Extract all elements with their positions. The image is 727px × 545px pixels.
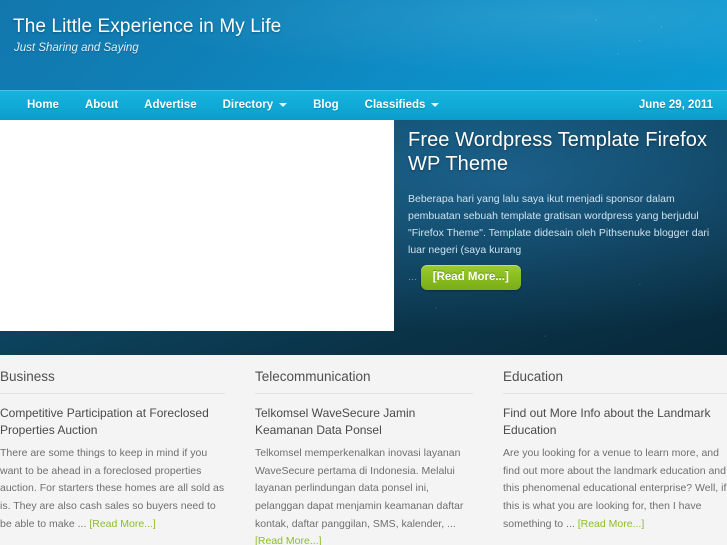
nav-item-label: Home [27, 99, 59, 111]
nav-item-label: Directory [222, 99, 274, 111]
post-excerpt: Are you looking for a venue to learn mor… [503, 445, 727, 533]
post-item: Telkomsel WaveSecure Jamin Keamanan Data… [255, 405, 473, 545]
current-date: June 29, 2011 [638, 99, 713, 111]
post-title[interactable]: Find out More Info about the Landmark Ed… [503, 405, 727, 438]
column-telecommunication: Telecommunication Telkomsel WaveSecure J… [247, 369, 495, 545]
nav-item-directory[interactable]: Directory [210, 99, 301, 111]
featured-more-row: ... [Read More...] [408, 264, 727, 290]
post-excerpt: Telkomsel memperkenalkan inovasi layanan… [255, 445, 473, 545]
featured-content: Free Wordpress Template Firefox WP Theme… [408, 128, 727, 290]
column-heading: Business [0, 369, 225, 394]
main-navigation: Home About Advertise Directory Blog Clas… [0, 90, 727, 120]
chevron-down-icon [431, 103, 440, 107]
post-item: Competitive Participation at Foreclosed … [0, 405, 225, 533]
featured-title[interactable]: Free Wordpress Template Firefox WP Theme [408, 128, 727, 177]
column-heading: Telecommunication [255, 369, 473, 394]
nav-item-blog[interactable]: Blog [300, 99, 352, 111]
featured-slider: Free Wordpress Template Firefox WP Theme… [0, 120, 727, 355]
category-columns: Business Competitive Participation at Fo… [0, 355, 727, 545]
chevron-down-icon [279, 103, 288, 107]
post-item: Find out More Info about the Landmark Ed… [503, 405, 727, 533]
site-header: The Little Experience in My Life Just Sh… [0, 0, 727, 90]
nav-item-advertise[interactable]: Advertise [131, 99, 209, 111]
featured-read-more-button[interactable]: [Read More...] [420, 264, 521, 290]
nav-list: Home About Advertise Directory Blog Clas… [0, 99, 452, 111]
nav-item-label: Classifieds [364, 99, 426, 111]
nav-item-about[interactable]: About [72, 99, 131, 111]
post-title[interactable]: Competitive Participation at Foreclosed … [0, 405, 225, 438]
read-more-link[interactable]: [Read More...] [578, 518, 645, 530]
site-title: The Little Experience in My Life [13, 16, 282, 37]
column-business: Business Competitive Participation at Fo… [0, 369, 247, 545]
column-education: Education Find out More Info about the L… [495, 369, 727, 545]
nav-item-label: Advertise [144, 99, 197, 111]
read-more-link[interactable]: [Read More...] [89, 518, 156, 530]
featured-image[interactable] [0, 120, 394, 331]
post-excerpt-text: Telkomsel memperkenalkan inovasi layanan… [255, 447, 464, 530]
column-heading: Education [503, 369, 727, 394]
featured-excerpt: Beberapa hari yang lalu saya ikut menjad… [408, 192, 710, 256]
nav-item-classifieds[interactable]: Classifieds [352, 99, 453, 111]
featured-ellipsis: ... [408, 271, 417, 284]
nav-item-label: About [84, 99, 119, 111]
post-title[interactable]: Telkomsel WaveSecure Jamin Keamanan Data… [255, 405, 473, 438]
post-excerpt: There are some things to keep in mind if… [0, 445, 225, 533]
nav-item-label: Blog [313, 99, 339, 111]
read-more-link[interactable]: [Read More...] [255, 535, 322, 545]
nav-item-home[interactable]: Home [14, 99, 72, 111]
site-tagline: Just Sharing and Saying [14, 42, 139, 54]
